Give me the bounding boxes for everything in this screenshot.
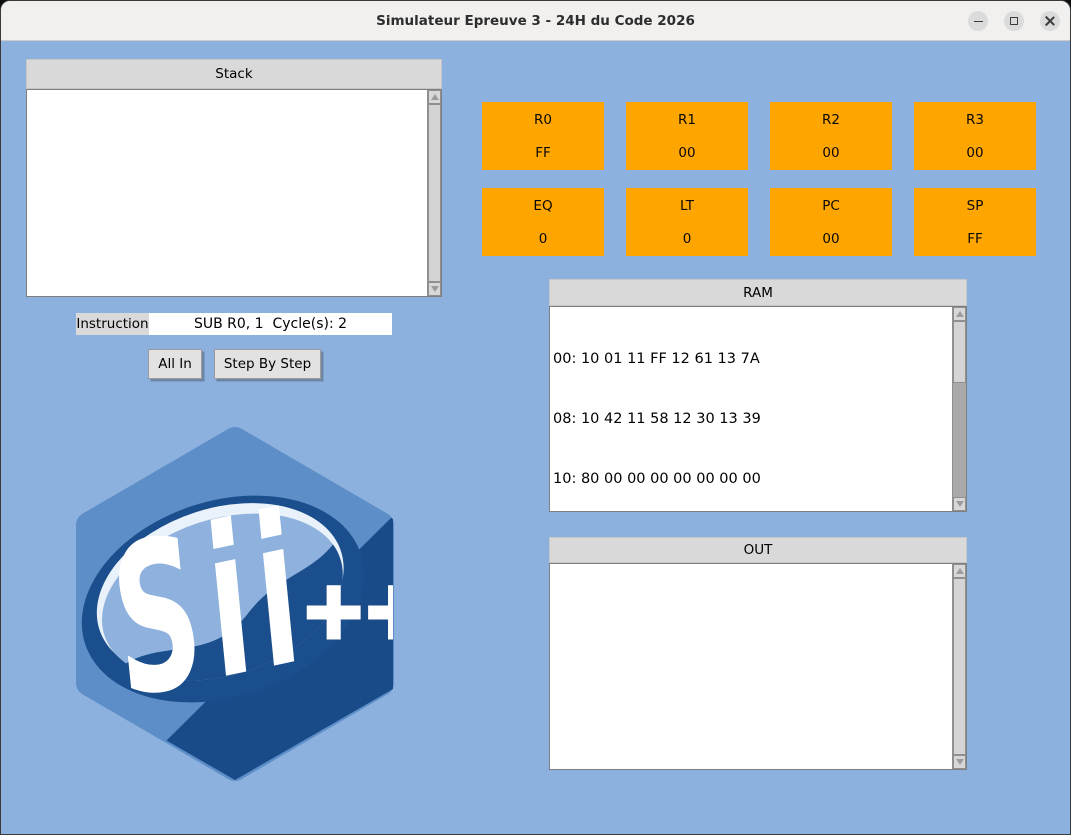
ram-scroll-thumb[interactable] <box>953 321 966 383</box>
out-scroll-down-button[interactable] <box>953 755 966 769</box>
ram-row[interactable]: 08: 10 42 11 58 12 30 13 39 <box>553 409 950 429</box>
ram-list[interactable]: 00: 10 01 11 FF 12 61 13 7A 08: 10 42 11… <box>549 306 967 512</box>
register-value: FF <box>535 145 551 161</box>
register-value: 0 <box>539 231 548 247</box>
stack-list[interactable] <box>26 89 442 297</box>
out-scroll-track[interactable] <box>953 578 966 755</box>
arrow-down-icon <box>956 759 964 765</box>
register-value: 00 <box>822 145 839 161</box>
stack-scroll-thumb[interactable] <box>428 104 441 282</box>
ram-panel-header: RAM <box>549 279 967 306</box>
close-icon <box>1045 16 1055 26</box>
register-name: R1 <box>678 112 696 128</box>
register-r0: R0 FF <box>482 102 604 170</box>
close-button[interactable] <box>1040 11 1060 31</box>
instruction-label: Instruction <box>76 313 149 335</box>
arrow-up-icon <box>956 568 964 574</box>
ram-list-rows: 00: 10 01 11 FF 12 61 13 7A 08: 10 42 11… <box>553 309 950 512</box>
stack-scroll-track[interactable] <box>428 104 441 282</box>
stack-scroll-down-button[interactable] <box>428 282 441 296</box>
register-name: LT <box>680 198 694 214</box>
sii-plus-plus-logo: Sii ++ <box>73 424 397 784</box>
step-by-step-button[interactable]: Step By Step <box>214 349 321 379</box>
instruction-field[interactable] <box>149 313 392 335</box>
register-value: 00 <box>678 145 695 161</box>
ram-scrollbar[interactable] <box>952 307 966 511</box>
register-name: PC <box>822 198 840 214</box>
stack-scroll-up-button[interactable] <box>428 90 441 104</box>
register-value: FF <box>967 231 983 247</box>
stack-panel-header: Stack <box>26 59 442 89</box>
register-value: 00 <box>822 231 839 247</box>
ram-row[interactable]: 10: 80 00 00 00 00 00 00 00 <box>553 469 950 489</box>
minimize-icon <box>974 21 983 22</box>
minimize-button[interactable] <box>968 11 988 31</box>
register-name: R2 <box>822 112 840 128</box>
window-controls <box>968 1 1060 41</box>
out-list[interactable] <box>549 563 967 770</box>
register-lt: LT 0 <box>626 188 748 256</box>
all-in-button[interactable]: All In <box>148 349 202 379</box>
ram-scroll-down-button[interactable] <box>953 497 966 511</box>
titlebar: Simulateur Epreuve 3 - 24H du Code 2026 <box>1 1 1070 41</box>
register-r1: R1 00 <box>626 102 748 170</box>
out-scroll-thumb[interactable] <box>953 578 966 755</box>
maximize-icon <box>1010 17 1018 25</box>
arrow-up-icon <box>431 94 439 100</box>
ram-scroll-track[interactable] <box>953 321 966 497</box>
register-pc: PC 00 <box>770 188 892 256</box>
register-r2: R2 00 <box>770 102 892 170</box>
window-title: Simulateur Epreuve 3 - 24H du Code 2026 <box>376 13 695 29</box>
maximize-button[interactable] <box>1004 11 1024 31</box>
ram-row[interactable]: 00: 10 01 11 FF 12 61 13 7A <box>553 349 950 369</box>
stack-scrollbar[interactable] <box>427 90 441 296</box>
register-name: R0 <box>534 112 552 128</box>
register-name: SP <box>967 198 984 214</box>
register-name: R3 <box>966 112 984 128</box>
register-r3: R3 00 <box>914 102 1036 170</box>
arrow-up-icon <box>956 311 964 317</box>
ram-scroll-up-button[interactable] <box>953 307 966 321</box>
out-scroll-up-button[interactable] <box>953 564 966 578</box>
register-value: 00 <box>966 145 983 161</box>
arrow-down-icon <box>956 501 964 507</box>
arrow-down-icon <box>431 286 439 292</box>
register-name: EQ <box>533 198 552 214</box>
out-scrollbar[interactable] <box>952 564 966 769</box>
register-sp: SP FF <box>914 188 1036 256</box>
logo-plus-plus: ++ <box>301 566 397 656</box>
app-window: Simulateur Epreuve 3 - 24H du Code 2026 … <box>0 0 1071 835</box>
sii-logo-graphic: Sii ++ <box>73 424 397 784</box>
register-value: 0 <box>683 231 692 247</box>
register-eq: EQ 0 <box>482 188 604 256</box>
out-panel-header: OUT <box>549 537 967 563</box>
